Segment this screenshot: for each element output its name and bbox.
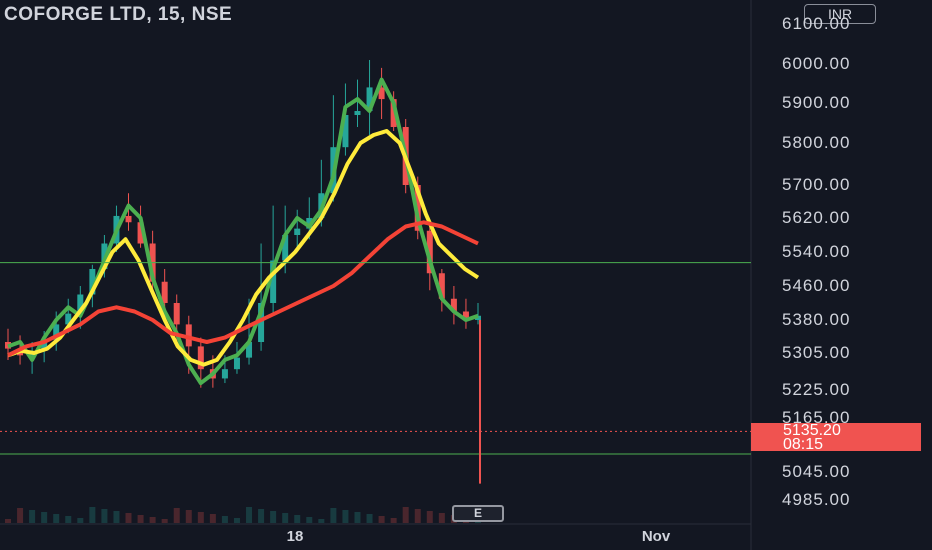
price-tick-label: 5305.00	[782, 343, 851, 362]
volume-bar	[5, 519, 11, 523]
price-tick-label: 5460.00	[782, 276, 851, 295]
price-tick-label: 5620.00	[782, 208, 851, 227]
volume-bar	[414, 509, 421, 523]
volume-bar	[390, 518, 397, 523]
volume-bar	[173, 508, 180, 523]
volume-bar	[366, 514, 373, 523]
volume-bar	[270, 511, 277, 523]
price-tick-label: 5800.00	[782, 133, 851, 152]
volume-bar	[233, 518, 240, 523]
price-tick-label: 4985.00	[782, 490, 851, 509]
volume-bar	[318, 519, 325, 523]
volume-bar	[306, 517, 313, 523]
volume-bar	[89, 507, 96, 523]
volume-bar	[101, 509, 108, 523]
volume-bar	[378, 516, 385, 523]
price-tick-label: 5700.00	[782, 175, 851, 194]
volume-bar	[149, 517, 156, 523]
volume-bar	[185, 510, 192, 523]
time-tick-label: 18	[286, 528, 304, 545]
volume-bar	[125, 513, 132, 523]
events-button[interactable]: E	[452, 505, 504, 522]
volume-bar	[402, 507, 409, 523]
volume-bar	[221, 516, 228, 523]
volume-bar	[426, 511, 433, 523]
volume-bar	[294, 515, 301, 523]
volume-bar	[53, 514, 60, 523]
volume-bar	[77, 518, 84, 523]
price-tick-label: 5540.00	[782, 242, 851, 261]
volume-bar	[41, 512, 48, 523]
volume-bar	[354, 512, 361, 523]
volume-bar	[438, 513, 445, 523]
candle-body	[294, 228, 301, 235]
candle-body	[233, 357, 240, 370]
candle-body	[125, 215, 132, 223]
candle-body	[354, 111, 361, 115]
price-tick-label: 6100.00	[782, 14, 851, 33]
price-tick-label: 5380.00	[782, 310, 851, 329]
volume-bar	[342, 510, 349, 523]
candle-body	[221, 369, 228, 379]
volume-bar	[197, 512, 204, 523]
time-tick-label: Nov	[641, 528, 671, 545]
volume-bar	[246, 507, 253, 523]
volume-bar	[113, 511, 120, 523]
volume-bar	[258, 509, 265, 523]
price-tick-label: 6000.00	[782, 54, 851, 73]
volume-bar	[65, 516, 72, 523]
bar-countdown: 08:15	[783, 436, 824, 453]
volume-bar	[330, 508, 337, 523]
last-price-tag: 5135.20 08:15	[751, 423, 921, 453]
volume-bar	[282, 513, 289, 523]
volume-bar	[17, 508, 24, 523]
symbol-title[interactable]: COFORGE LTD, 15, NSE	[4, 4, 232, 26]
price-tick-label: 5900.00	[782, 93, 851, 112]
volume-bar	[137, 515, 144, 523]
volume-bar	[161, 519, 168, 523]
volume-bar	[209, 514, 216, 523]
volume-bar	[29, 510, 36, 523]
price-tick-label: 5225.00	[782, 380, 851, 399]
candle-body	[173, 303, 180, 325]
price-tick-label: 5045.00	[782, 462, 851, 481]
